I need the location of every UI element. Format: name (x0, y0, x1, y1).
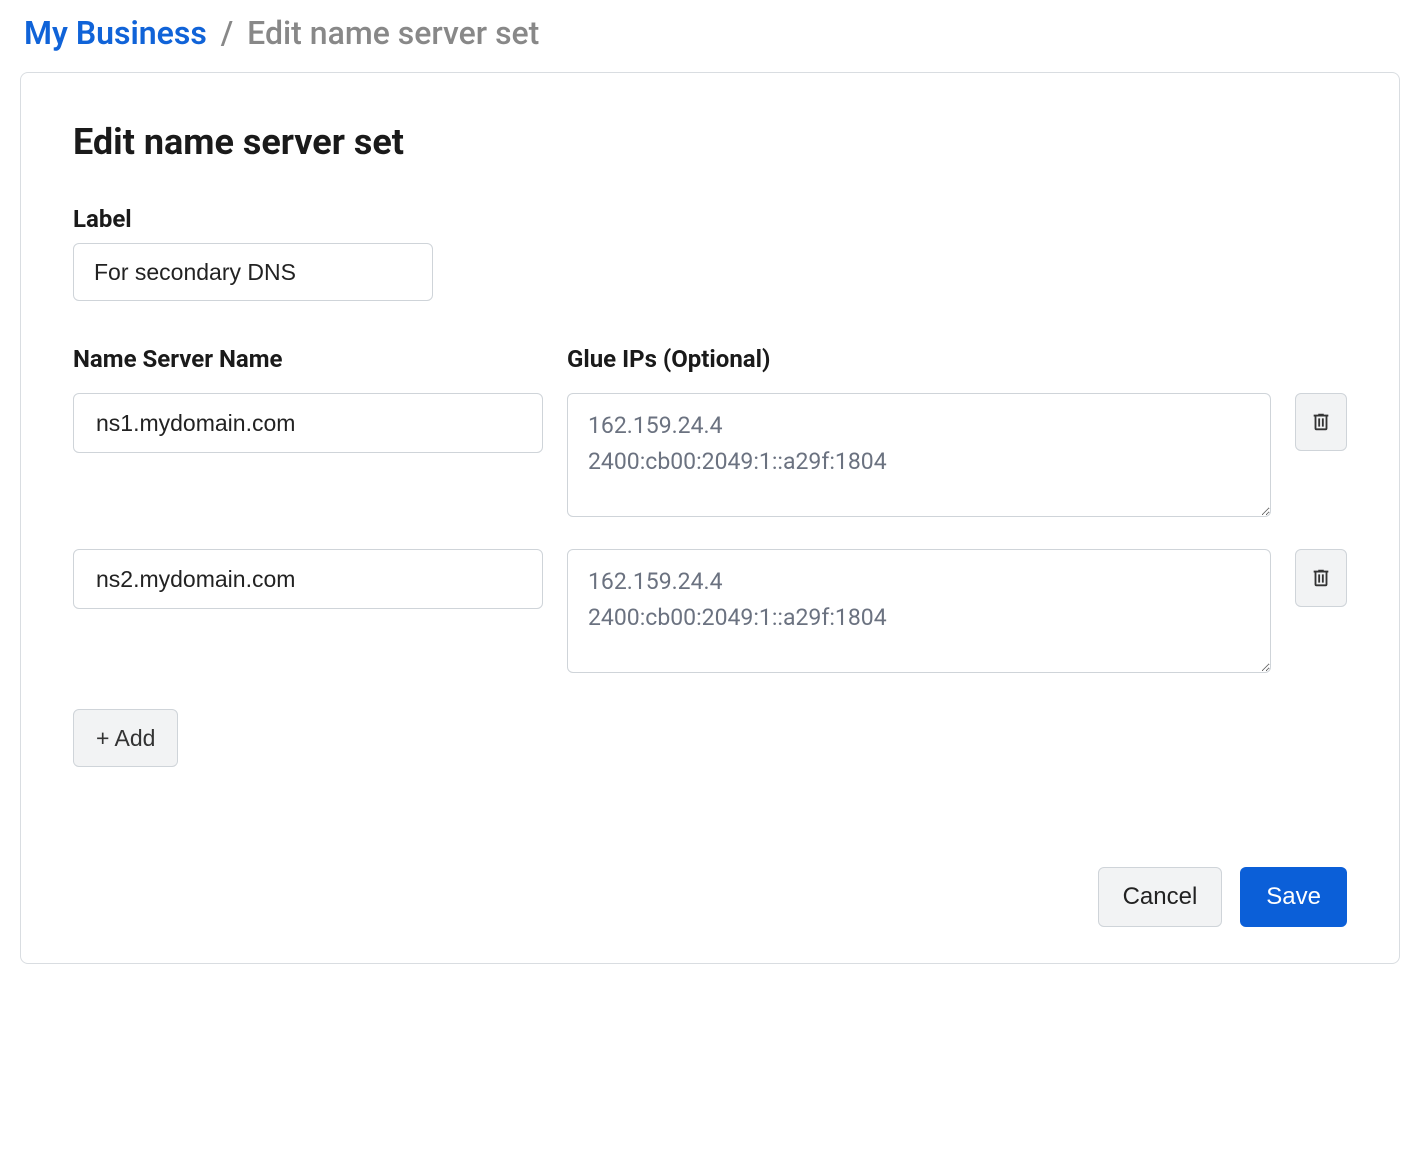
form-card: Edit name server set Label Name Server N… (20, 72, 1400, 964)
delete-row-button[interactable] (1295, 549, 1347, 607)
trash-icon (1310, 410, 1332, 434)
server-row (73, 393, 1347, 517)
footer-actions: Cancel Save (73, 867, 1347, 927)
glue-ips-textarea[interactable] (567, 393, 1271, 517)
save-button[interactable]: Save (1240, 867, 1347, 927)
name-server-input[interactable] (73, 549, 543, 609)
breadcrumb: My Business / Edit name server set (20, 0, 1400, 72)
add-server-button[interactable]: + Add (73, 709, 178, 767)
column-header-glue-ips: Glue IPs (Optional) (567, 345, 1267, 373)
page-title: Edit name server set (73, 121, 1347, 163)
servers-section: Name Server Name Glue IPs (Optional) + A… (73, 345, 1347, 767)
label-field-group: Label (73, 205, 1347, 301)
column-header-name-server: Name Server Name (73, 345, 543, 373)
delete-row-button[interactable] (1295, 393, 1347, 451)
breadcrumb-link-my-business[interactable]: My Business (24, 14, 207, 52)
name-server-input[interactable] (73, 393, 543, 453)
breadcrumb-current: Edit name server set (247, 14, 539, 52)
label-input[interactable] (73, 243, 433, 301)
server-row (73, 549, 1347, 673)
columns-header: Name Server Name Glue IPs (Optional) (73, 345, 1347, 383)
cancel-button[interactable]: Cancel (1098, 867, 1223, 927)
label-field-label: Label (73, 205, 1347, 233)
breadcrumb-separator: / (221, 14, 233, 52)
glue-ips-textarea[interactable] (567, 549, 1271, 673)
trash-icon (1310, 566, 1332, 590)
